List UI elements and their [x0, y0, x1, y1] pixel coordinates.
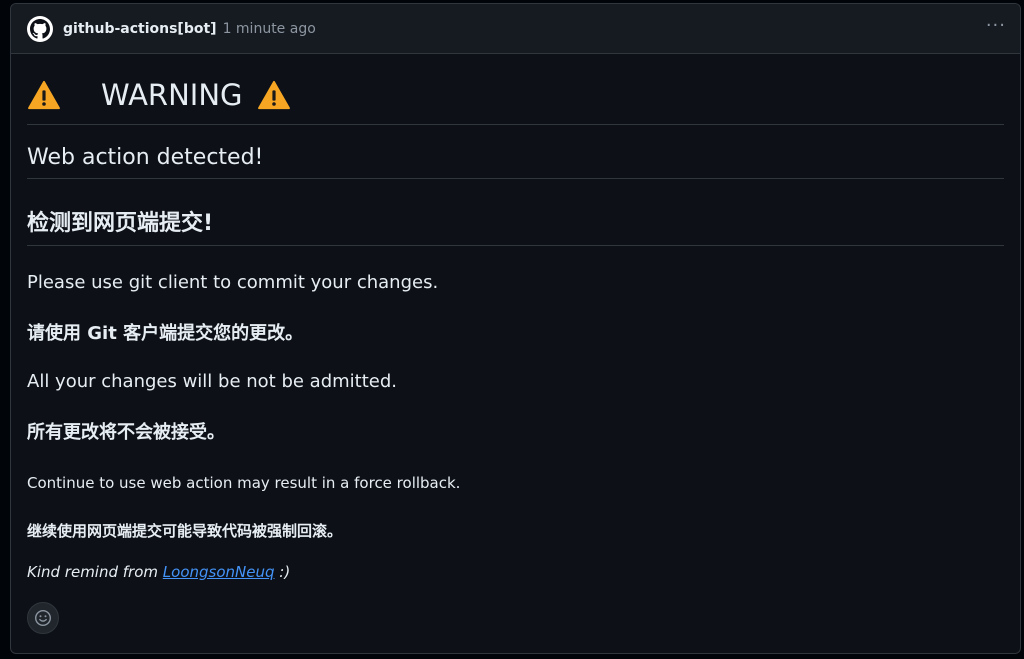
- notice-en: All your changes will be not be admitted…: [27, 371, 397, 392]
- comment-box: github-actions[bot] 1 minute ago ··· WAR…: [10, 3, 1021, 654]
- author-link[interactable]: LoongsonNeuq: [163, 563, 275, 581]
- warning-triangle-icon: [28, 80, 60, 110]
- remind-suffix: :): [274, 563, 291, 581]
- avatar[interactable]: [27, 15, 53, 42]
- kebab-menu-icon[interactable]: ···: [986, 17, 1006, 35]
- heading-cn: 检测到网页端提交!: [27, 179, 1004, 246]
- warning-heading: WARNING: [27, 72, 1004, 125]
- github-logo-icon: [30, 18, 50, 39]
- remind-prefix: Kind remind from: [27, 563, 163, 581]
- heading-en: Web action detected!: [27, 125, 1004, 179]
- warning-triangle-icon: [257, 80, 290, 110]
- rollback-warning-cn: 继续使用网页端提交可能导致代码被强制回滚。: [27, 522, 343, 540]
- kind-remind: Kind remind from LoongsonNeuq :): [27, 541, 1004, 581]
- add-reaction-button[interactable]: [27, 602, 59, 634]
- notice-cn: 所有更改将不会被接受。: [27, 422, 225, 443]
- comment-header: github-actions[bot] 1 minute ago ···: [11, 4, 1020, 54]
- comment-timestamp[interactable]: 1 minute ago: [223, 21, 316, 37]
- comment-body: WARNING Web action detected! 检测到网页端提交! P…: [11, 54, 1020, 581]
- comment-author[interactable]: github-actions[bot]: [63, 21, 217, 37]
- warning-title: WARNING: [101, 78, 243, 112]
- instruction-cn: 请使用 Git 客户端提交您的更改。: [27, 323, 304, 344]
- instruction-en: Please use git client to commit your cha…: [27, 272, 439, 293]
- smiley-icon: [34, 609, 52, 627]
- rollback-warning-en: Continue to use web action may result in…: [27, 474, 461, 492]
